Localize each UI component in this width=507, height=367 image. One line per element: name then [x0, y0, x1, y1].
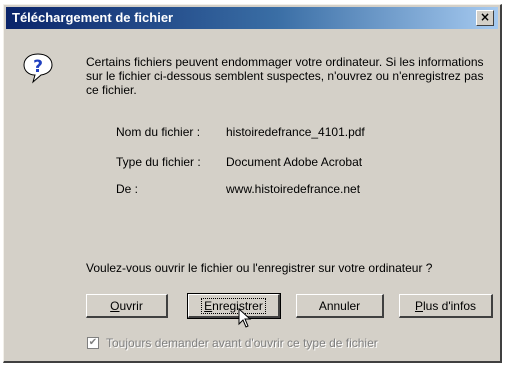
file-name-label: Nom du fichier :	[116, 125, 201, 139]
question-icon: ?	[23, 53, 53, 84]
close-button[interactable]: ×	[476, 10, 494, 26]
checkmark-icon: ✔	[88, 337, 98, 348]
file-source-label: De :	[116, 182, 139, 196]
window-title: Téléchargement de fichier	[12, 10, 174, 25]
open-or-save-question: Voulez-vous ouvrir le fichier ou l'enreg…	[86, 261, 433, 275]
always-ask-checkbox[interactable]: ✔	[87, 337, 99, 349]
more-info-label: lus d'infos	[423, 299, 476, 313]
cancel-button[interactable]: Annuler	[296, 294, 384, 318]
warning-message: Certains fichiers peuvent endommager vot…	[86, 55, 484, 97]
file-type-value: Document Adobe Acrobat	[226, 155, 363, 169]
always-ask-label: Toujours demander avant d'ouvrir ce type…	[106, 336, 378, 350]
svg-text:?: ?	[33, 57, 43, 77]
open-mnemonic: O	[110, 299, 120, 313]
file-name-value: histoiredefrance_4101.pdf	[226, 125, 365, 139]
file-type-label: Type du fichier :	[116, 155, 201, 169]
title-bar[interactable]: Téléchargement de fichier ×	[6, 7, 498, 29]
file-source-value: www.histoiredefrance.net	[226, 182, 361, 196]
open-label: uvrir	[119, 299, 143, 313]
save-mnemonic: E	[204, 299, 213, 313]
mouse-cursor-icon	[238, 308, 252, 328]
cancel-label: Annuler	[318, 299, 361, 313]
open-button[interactable]: Ouvrir	[86, 294, 168, 318]
more-info-mnemonic: P	[414, 299, 423, 313]
save-focus-ring: Enregistrer	[201, 298, 266, 314]
more-info-button[interactable]: Plus d'infos	[399, 294, 493, 318]
close-icon: ×	[479, 10, 491, 24]
save-button[interactable]: Enregistrer	[187, 293, 281, 319]
